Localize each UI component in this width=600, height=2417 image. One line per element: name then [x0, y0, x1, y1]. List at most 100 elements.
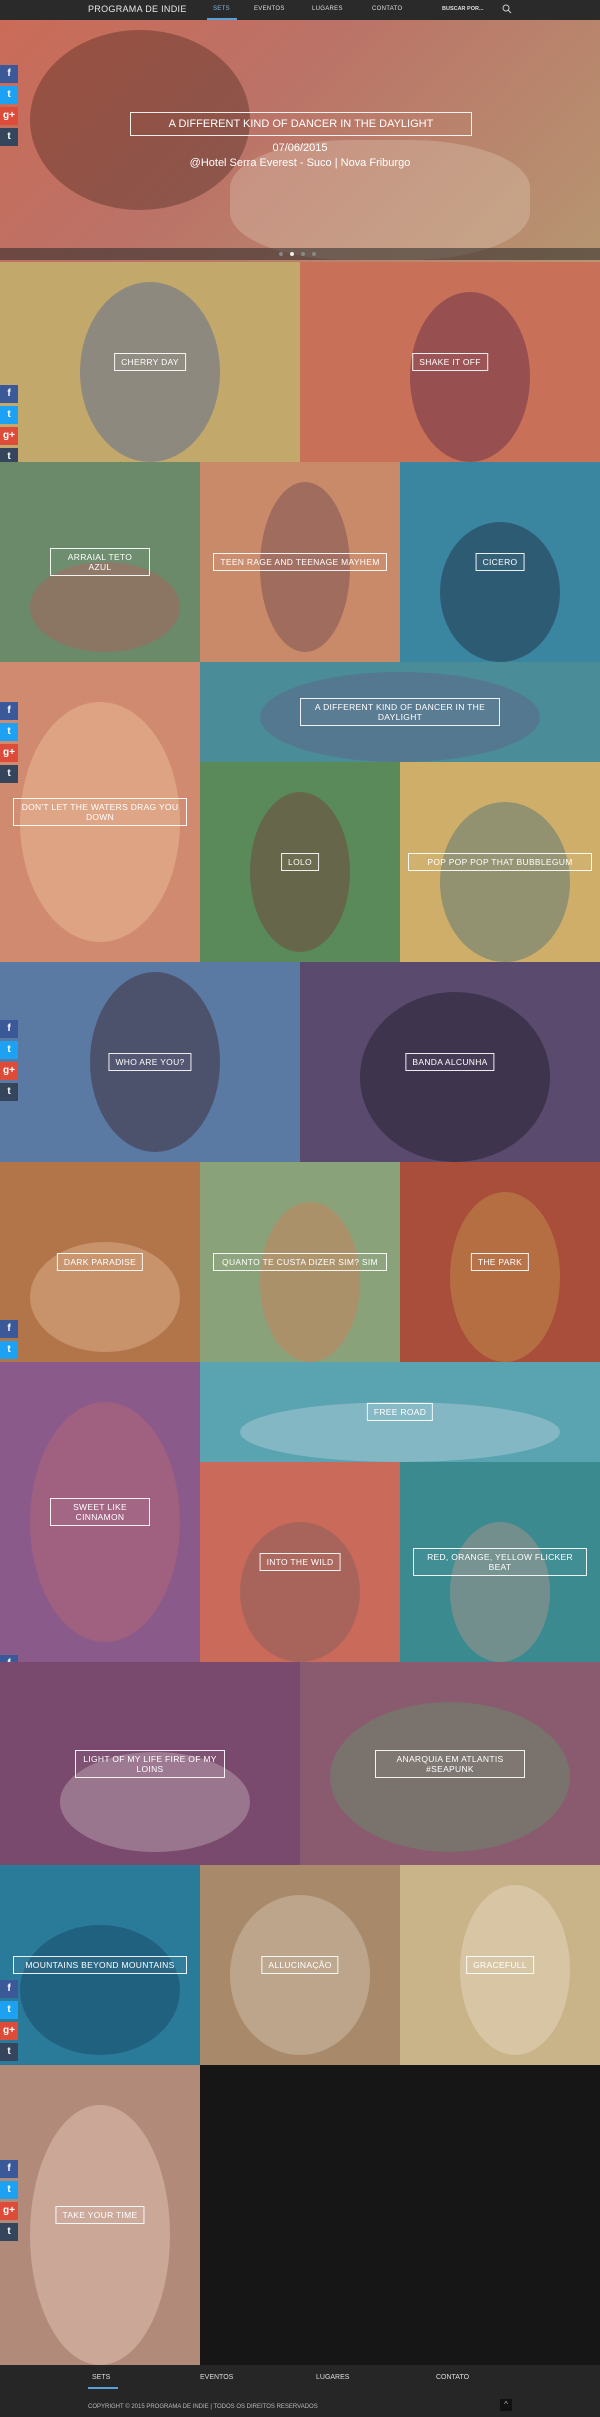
set-title: ARRAIAL TETO AZUL: [50, 548, 150, 576]
hero-title[interactable]: A DIFFERENT KIND OF DANCER IN THE DAYLIG…: [130, 112, 472, 136]
set-tile[interactable]: CHERRY DAY: [0, 262, 300, 462]
set-title: QUANTO TE CUSTA DIZER SIM? SIM: [213, 1253, 387, 1271]
set-title: DARK PARADISE: [56, 1253, 144, 1271]
slider-dot[interactable]: [279, 252, 283, 256]
nav-item-lugares[interactable]: LUGARES: [312, 6, 343, 12]
twitter-share-icon[interactable]: t: [0, 723, 18, 741]
set-tile[interactable]: FREE ROAD: [200, 1362, 600, 1462]
googleplus-share-icon[interactable]: g+: [0, 1062, 18, 1080]
share-bar: f t g+ t: [0, 2160, 18, 2244]
slider-dot[interactable]: [301, 252, 305, 256]
set-tile[interactable]: DON'T LET THE WATERS DRAG YOU DOWN: [0, 662, 200, 962]
hero-date: 07/06/2015: [272, 142, 328, 154]
facebook-share-icon[interactable]: f: [0, 2160, 18, 2178]
set-title: MOUNTAINS BEYOND MOUNTAINS: [13, 1956, 187, 1974]
twitter-share-icon[interactable]: t: [0, 86, 18, 104]
set-tile[interactable]: LOLO: [200, 762, 400, 962]
share-bar: f t g+ t: [0, 385, 18, 469]
search-input[interactable]: BUSCAR POR...: [442, 6, 484, 12]
set-title: THE PARK: [470, 1253, 530, 1271]
set-title: A DIFFERENT KIND OF DANCER IN THE DAYLIG…: [300, 698, 500, 726]
footer-link-contato[interactable]: CONTATO: [436, 2374, 469, 2381]
set-tile[interactable]: SHAKE IT OFF: [300, 262, 600, 462]
googleplus-share-icon[interactable]: g+: [0, 427, 18, 445]
set-title: GRACEFULL: [466, 1956, 534, 1974]
hero-venue: @Hotel Serra Everest - Suco | Nova Fribu…: [189, 157, 411, 169]
twitter-share-icon[interactable]: t: [0, 1041, 18, 1059]
facebook-share-icon[interactable]: f: [0, 1980, 18, 1998]
set-title: FREE ROAD: [366, 1403, 434, 1421]
facebook-share-icon[interactable]: f: [0, 65, 18, 83]
facebook-share-icon[interactable]: f: [0, 1020, 18, 1038]
slider-dot[interactable]: [312, 252, 316, 256]
googleplus-share-icon[interactable]: g+: [0, 744, 18, 762]
share-bar: f t g+ t: [0, 702, 18, 786]
tumblr-share-icon[interactable]: t: [0, 2223, 18, 2241]
googleplus-share-icon[interactable]: g+: [0, 2202, 18, 2220]
set-tile[interactable]: TAKE YOUR TIME: [0, 2065, 200, 2365]
slider-dot-active[interactable]: [290, 252, 294, 256]
facebook-share-icon[interactable]: f: [0, 385, 18, 403]
set-title: SHAKE IT OFF: [412, 353, 488, 371]
set-tile[interactable]: THE PARK: [400, 1162, 600, 1362]
set-title: SWEET LIKE CINNAMON: [50, 1498, 150, 1526]
set-title: LOLO: [281, 853, 319, 871]
googleplus-share-icon[interactable]: g+: [0, 107, 18, 125]
site-logo[interactable]: PROGRAMA DE INDIE: [88, 4, 187, 14]
set-tile[interactable]: WHO ARE YOU?: [0, 962, 300, 1162]
set-title: TAKE YOUR TIME: [55, 2206, 145, 2224]
set-tile[interactable]: A DIFFERENT KIND OF DANCER IN THE DAYLIG…: [200, 662, 600, 762]
copyright-text: COPYRIGHT © 2015 PROGRAMA DE INDIE | TOD…: [88, 2404, 318, 2410]
set-title: TEEN RAGE AND TEENAGE MAYHEM: [213, 553, 387, 571]
nav-item-contato[interactable]: CONTATO: [372, 6, 402, 12]
set-tile[interactable]: DARK PARADISE: [0, 1162, 200, 1362]
set-tile[interactable]: ANARQUIA EM ATLANTIS #SEAPUNK: [300, 1662, 600, 1865]
twitter-share-icon[interactable]: t: [0, 2181, 18, 2199]
facebook-share-icon[interactable]: f: [0, 702, 18, 720]
set-title: RED, ORANGE, YELLOW FLICKER BEAT: [413, 1548, 587, 1576]
googleplus-share-icon[interactable]: g+: [0, 2022, 18, 2040]
tumblr-share-icon[interactable]: t: [0, 2043, 18, 2061]
empty-grid-area: [200, 2065, 600, 2365]
set-tile[interactable]: CICERO: [400, 462, 600, 662]
tumblr-share-icon[interactable]: t: [0, 765, 18, 783]
share-bar: f t g+ t: [0, 65, 18, 149]
set-tile[interactable]: BANDA ALCUNHA: [300, 962, 600, 1162]
set-tile[interactable]: TEEN RAGE AND TEENAGE MAYHEM: [200, 462, 400, 662]
footer-link-eventos[interactable]: EVENTOS: [200, 2374, 233, 2381]
twitter-share-icon[interactable]: t: [0, 406, 18, 424]
twitter-share-icon[interactable]: t: [0, 1341, 18, 1359]
tumblr-share-icon[interactable]: t: [0, 128, 18, 146]
set-title: BANDA ALCUNHA: [405, 1053, 495, 1071]
set-tile[interactable]: MOUNTAINS BEYOND MOUNTAINS: [0, 1865, 200, 2065]
set-title: INTO THE WILD: [259, 1553, 341, 1571]
twitter-share-icon[interactable]: t: [0, 2001, 18, 2019]
set-tile[interactable]: LIGHT OF MY LIFE FIRE OF MY LOINS: [0, 1662, 300, 1865]
footer-active-indicator: [88, 2387, 118, 2389]
nav-item-eventos[interactable]: EVENTOS: [254, 6, 285, 12]
set-title: CICERO: [475, 553, 525, 571]
nav-item-sets[interactable]: SETS: [213, 6, 230, 12]
set-tile[interactable]: QUANTO TE CUSTA DIZER SIM? SIM: [200, 1162, 400, 1362]
set-tile[interactable]: INTO THE WILD: [200, 1462, 400, 1662]
set-title: WHO ARE YOU?: [108, 1053, 192, 1071]
set-title: LIGHT OF MY LIFE FIRE OF MY LOINS: [75, 1749, 225, 1778]
footer: SETS EVENTOS LUGARES CONTATO COPYRIGHT ©…: [0, 2365, 600, 2417]
back-to-top-button[interactable]: ^: [500, 2399, 512, 2411]
search-icon[interactable]: [502, 4, 512, 14]
set-tile[interactable]: SWEET LIKE CINNAMON: [0, 1362, 200, 1662]
footer-link-lugares[interactable]: LUGARES: [316, 2374, 349, 2381]
share-bar: f t g+ t: [0, 1020, 18, 1104]
set-tile[interactable]: GRACEFULL: [400, 1865, 600, 2065]
tumblr-share-icon[interactable]: t: [0, 1083, 18, 1101]
set-tile[interactable]: ALLUCINAÇÃO: [200, 1865, 400, 2065]
set-tile[interactable]: POP POP POP THAT BUBBLEGUM: [400, 762, 600, 962]
set-title: ANARQUIA EM ATLANTIS #SEAPUNK: [375, 1749, 525, 1778]
hero-slider[interactable]: A DIFFERENT KIND OF DANCER IN THE DAYLIG…: [0, 20, 600, 262]
set-tile[interactable]: ARRAIAL TETO AZUL: [0, 462, 200, 662]
set-title: POP POP POP THAT BUBBLEGUM: [408, 853, 592, 871]
set-tile[interactable]: RED, ORANGE, YELLOW FLICKER BEAT: [400, 1462, 600, 1662]
set-title: CHERRY DAY: [114, 353, 186, 371]
facebook-share-icon[interactable]: f: [0, 1320, 18, 1338]
footer-link-sets[interactable]: SETS: [92, 2374, 110, 2381]
